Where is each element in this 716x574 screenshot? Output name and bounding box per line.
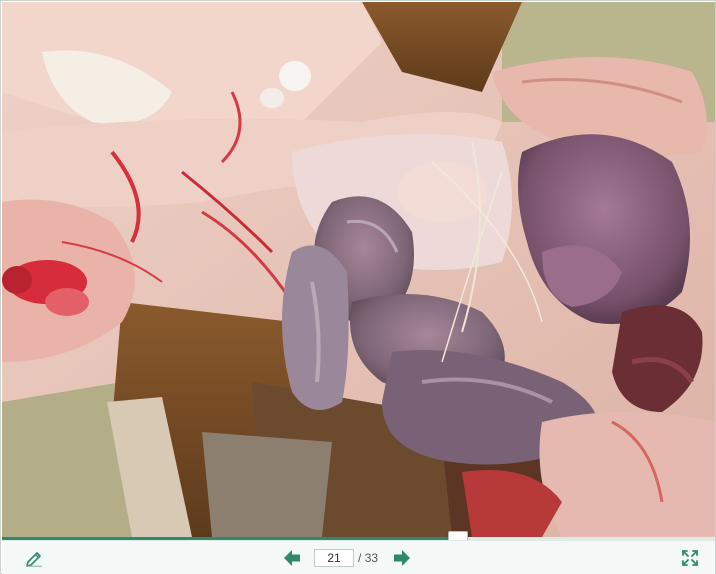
arrow-right-icon (394, 550, 411, 566)
pencil-icon (26, 552, 42, 567)
page-number-input[interactable] (314, 549, 354, 567)
total-pages: 33 (364, 551, 379, 565)
slide-viewer: / 33 (0, 0, 716, 574)
fullscreen-button[interactable] (682, 550, 698, 566)
dissection-photo-image (2, 2, 715, 537)
viewer-toolbar: / 33 (2, 540, 715, 574)
next-page-button[interactable] (392, 548, 412, 568)
page-separator: / (358, 551, 362, 565)
slide-photo (2, 2, 715, 537)
previous-page-button[interactable] (282, 548, 302, 568)
edit-button[interactable] (24, 549, 44, 567)
page-navigation: / 33 (282, 546, 412, 570)
arrow-left-icon (284, 550, 300, 566)
fullscreen-icon (682, 550, 698, 566)
page-count-label: / 33 (358, 551, 378, 565)
